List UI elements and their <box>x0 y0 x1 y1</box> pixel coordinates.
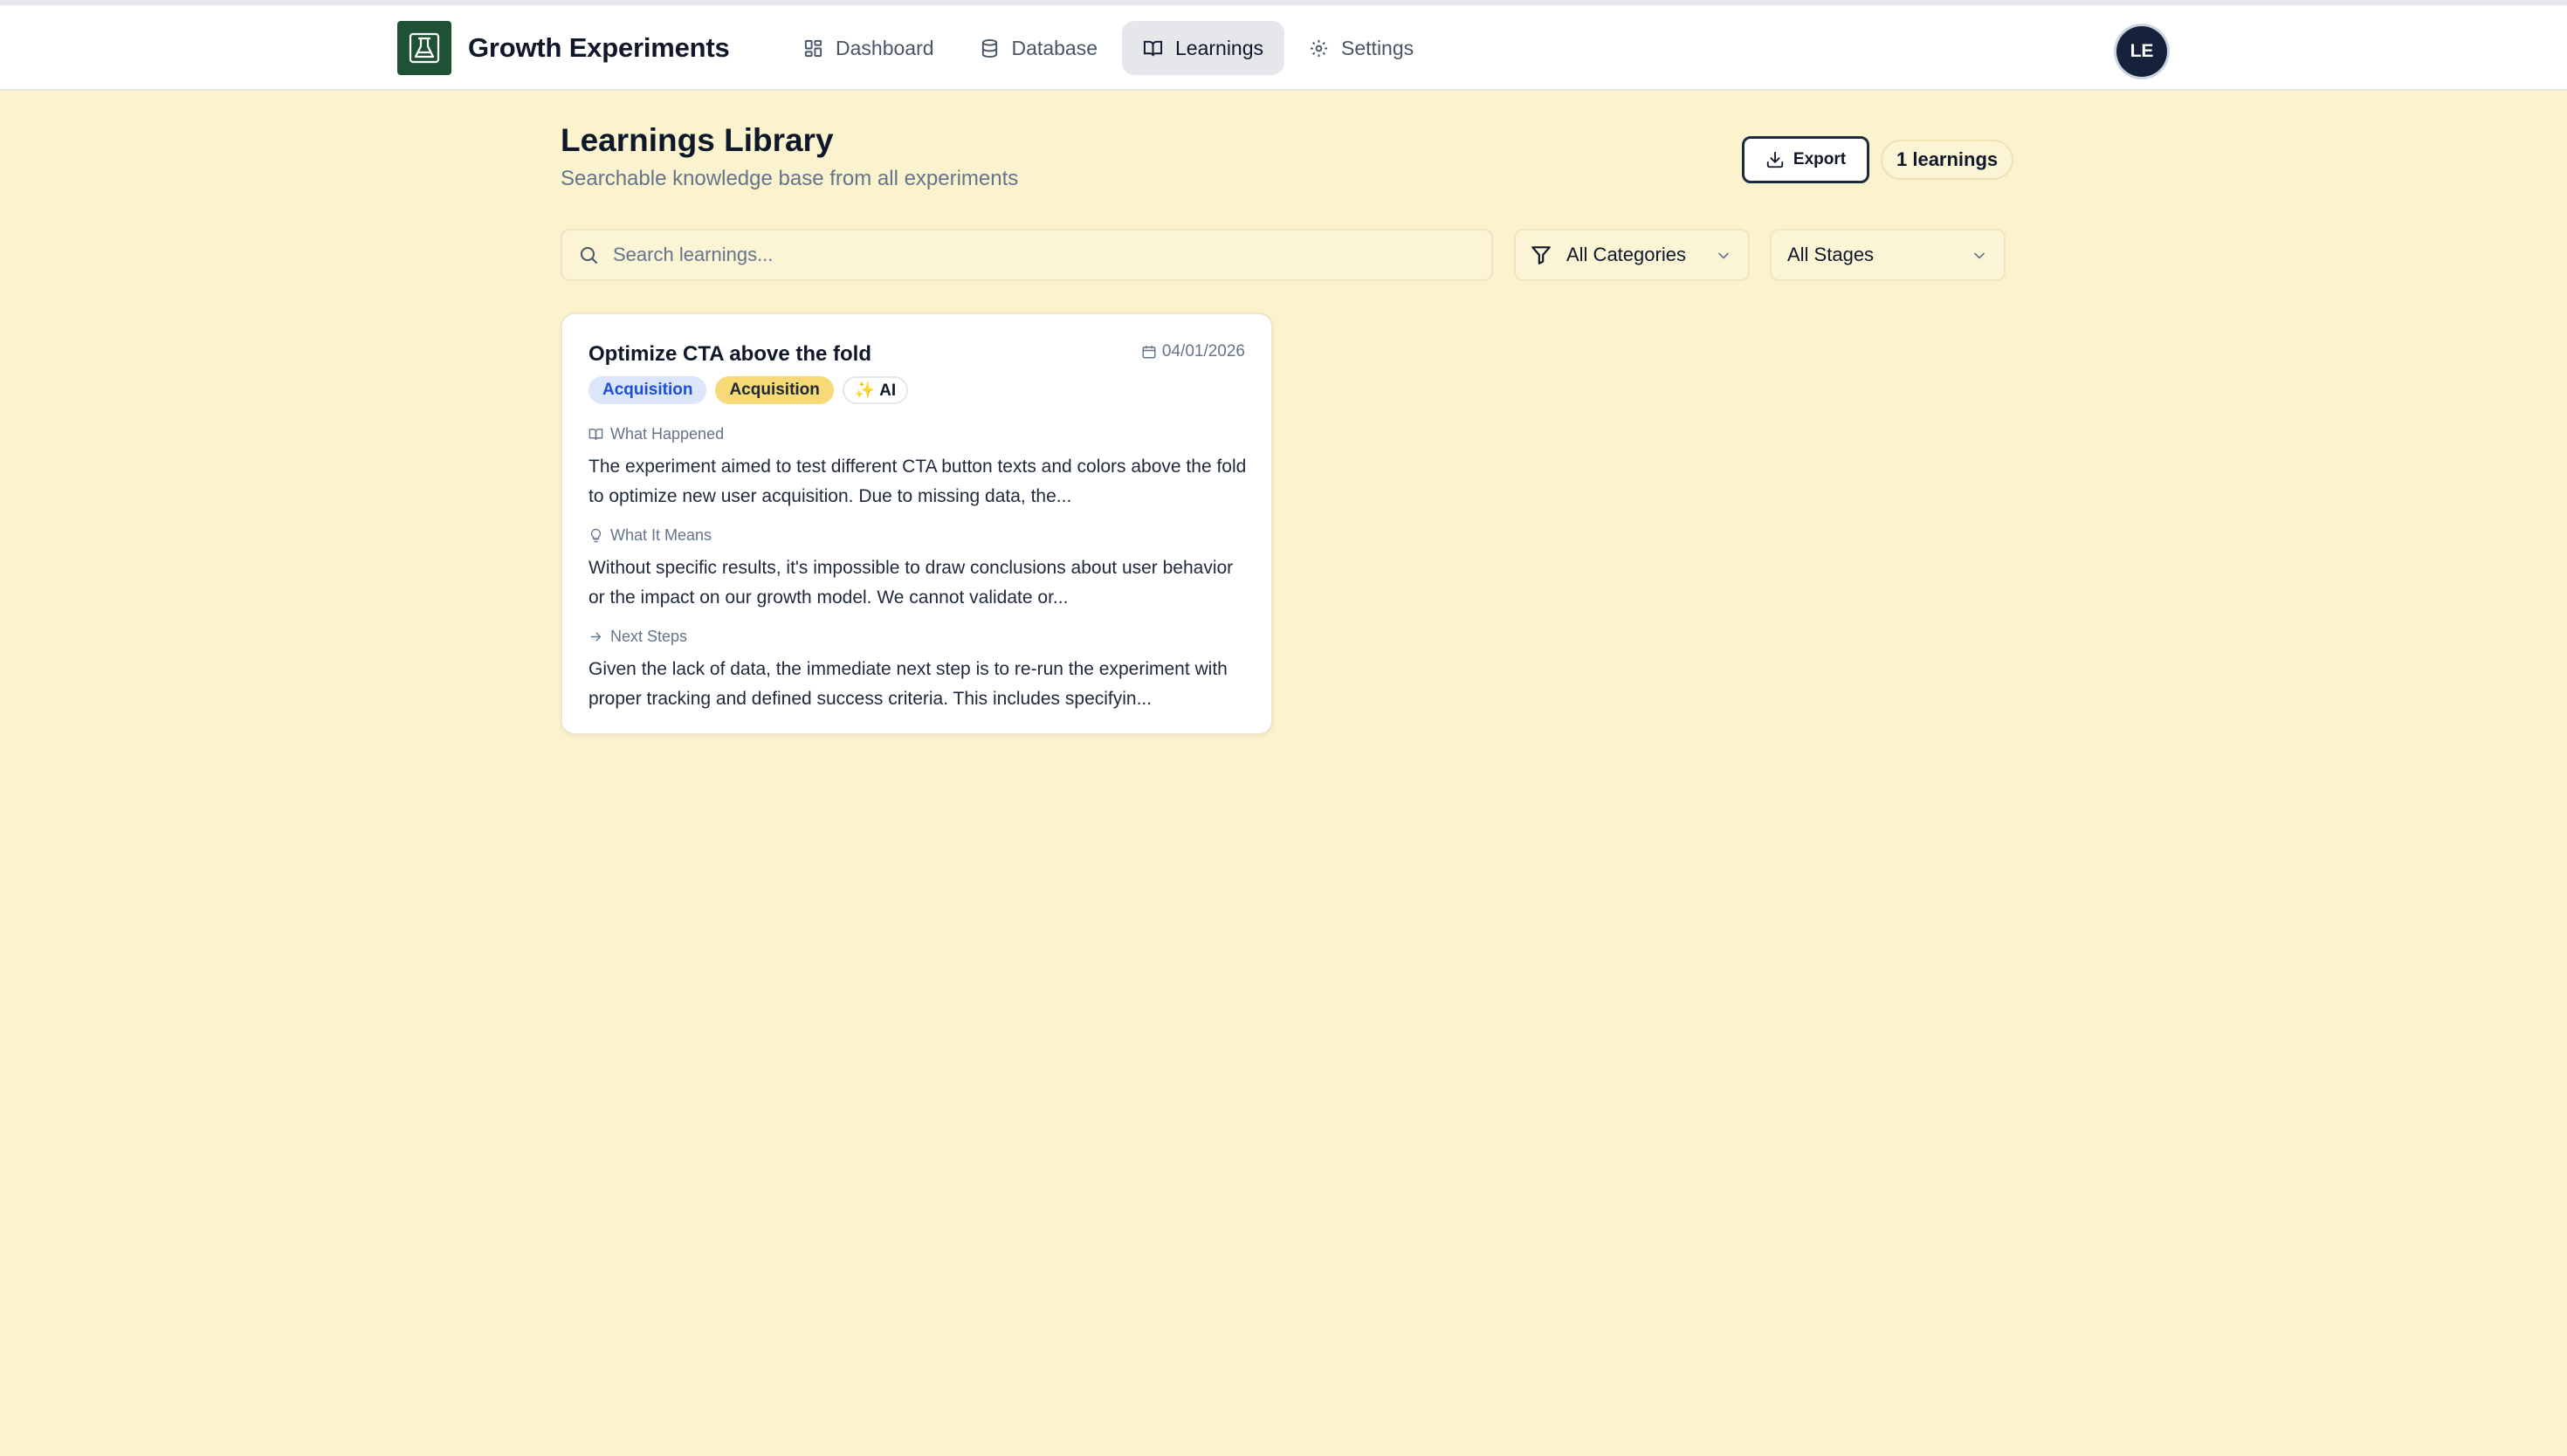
chevron-down-icon <box>1718 252 1729 259</box>
top-navigation-bar: Growth Experiments Dashboard Database Le… <box>0 0 2567 91</box>
section-label: What Happened <box>588 424 1249 443</box>
app-title: Growth Experiments <box>468 32 730 63</box>
learning-title: Optimize CTA above the fold <box>588 342 872 366</box>
page-subtitle: Searchable knowledge base from all exper… <box>561 167 1019 190</box>
arrow-right-icon <box>590 632 602 641</box>
book-icon <box>1143 40 1163 56</box>
book-icon <box>588 428 603 440</box>
stage-select-value: All Stages <box>1787 244 1875 265</box>
brand[interactable]: Growth Experiments <box>397 21 730 75</box>
chevron-down-icon <box>1974 252 1985 259</box>
flask-icon <box>397 21 451 75</box>
search-box[interactable] <box>561 229 1493 281</box>
calendar-icon <box>1142 346 1156 359</box>
category-select[interactable]: All Categories <box>1514 229 1750 281</box>
database-icon <box>981 38 997 58</box>
stage-select[interactable]: All Stages <box>1770 229 2006 281</box>
search-input[interactable] <box>613 244 1451 266</box>
section-text: The experiment aimed to test different C… <box>588 457 1247 506</box>
learning-date-text: 04/01/2026 <box>1161 342 1245 361</box>
category-select-value: All Categories <box>1566 244 1686 265</box>
export-label: Export <box>1793 150 1847 168</box>
dashboard-icon <box>804 39 822 57</box>
page-title: Learnings Library <box>561 122 834 158</box>
nav-item-learnings[interactable]: Learnings <box>1122 21 1285 75</box>
what-it-means-section: What It Means Without specific results, … <box>588 525 1249 613</box>
learning-card[interactable]: Optimize CTA above the fold 04/01/2026 A… <box>561 312 1273 735</box>
export-button[interactable]: Export <box>1742 136 1869 183</box>
stage-tag: Acquisition <box>715 376 834 404</box>
learnings-count-badge: 1 learnings <box>1881 140 2014 180</box>
lightbulb-icon <box>590 528 602 542</box>
nav-label: Dashboard <box>836 36 934 59</box>
ai-badge: ✨ AI <box>842 376 909 404</box>
nav-label: Settings <box>1341 36 1414 59</box>
nav-item-dashboard[interactable]: Dashboard <box>782 21 955 75</box>
section-label-text: What It Means <box>610 525 712 544</box>
nav-label: Learnings <box>1175 36 1264 59</box>
nav-item-settings[interactable]: Settings <box>1288 21 1435 75</box>
section-label: What It Means <box>588 525 1249 545</box>
download-icon <box>1766 151 1784 168</box>
learning-date: 04/01/2026 <box>1141 342 1245 361</box>
nav-label: Database <box>1011 36 1098 59</box>
user-avatar[interactable]: LE <box>2116 26 2167 77</box>
what-happened-section: What Happened The experiment aimed to te… <box>588 424 1249 512</box>
search-icon <box>581 247 597 264</box>
gear-icon <box>1310 39 1328 57</box>
section-text: Without specific results, it's impossibl… <box>588 558 1234 608</box>
learning-tags: Acquisition Acquisition ✨ AI <box>588 376 909 404</box>
category-tag: Acquisition <box>588 376 707 404</box>
main-nav: Dashboard Database Learnings Settings <box>782 21 1435 75</box>
filter-icon <box>1531 246 1551 264</box>
nav-item-database[interactable]: Database <box>959 21 1118 75</box>
section-label-text: What Happened <box>610 424 725 443</box>
next-steps-section: Next Steps Given the lack of data, the i… <box>588 627 1249 714</box>
section-label-text: Next Steps <box>610 627 688 645</box>
section-text: Given the lack of data, the immediate ne… <box>588 659 1228 709</box>
section-label: Next Steps <box>588 627 1249 646</box>
